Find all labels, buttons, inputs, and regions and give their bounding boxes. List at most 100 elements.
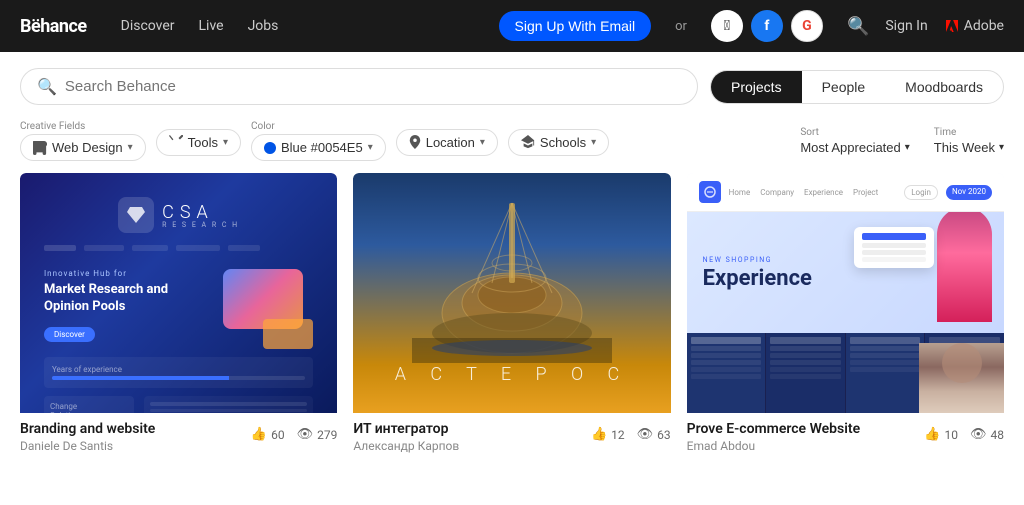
time-chevron-icon: ▾ (999, 142, 1004, 153)
csa-body: Innovative Hub for Market Research andOp… (44, 269, 313, 349)
project-stats-3: 👍 10 👁 48 (924, 427, 1004, 442)
color-filter: Color Blue #0054E5 ▾ (251, 121, 386, 161)
projects-grid: csa R E S E A R C H Innovative Hub for M… (0, 173, 1024, 461)
nav-jobs[interactable]: Jobs (248, 18, 279, 34)
csa-card-1: ChangeSolutionsAhead (44, 396, 134, 413)
facebook-login-button[interactable]: f (751, 10, 783, 42)
time-button[interactable]: This Week ▾ (934, 140, 1004, 155)
views-count-3: 48 (991, 428, 1005, 442)
thumbs-up-icon-2: 👍 (591, 427, 607, 442)
social-login-group:  f G (711, 10, 823, 42)
csa-cards-row: ChangeSolutionsAhead (44, 396, 313, 413)
table-row[interactable]: csa R E S E A R C H Innovative Hub for M… (20, 173, 337, 461)
project-thumbnail-prova: Home Company Experience Project Login No… (687, 173, 1004, 413)
tab-group: Projects People Moodboards (710, 70, 1004, 104)
google-login-button[interactable]: G (791, 10, 823, 42)
color-chevron-icon: ▾ (368, 142, 373, 153)
project-meta-1: Branding and website Daniele De Santis (20, 421, 155, 453)
eye-icon-3: 👁 (970, 427, 987, 442)
time-label: Time (934, 127, 1004, 138)
web-design-label: Web Design (52, 140, 123, 155)
nav-right-group: 🔍 Sign In Adobe (847, 16, 1004, 37)
tab-moodboards[interactable]: Moodboards (885, 71, 1003, 103)
location-button[interactable]: Location ▾ (396, 129, 498, 156)
signin-link[interactable]: Sign In (885, 18, 927, 34)
nav-live[interactable]: Live (199, 18, 224, 34)
prova-nav-right: Login Nov 2020 (904, 185, 992, 200)
brush-icon (33, 141, 47, 155)
sort-label: Sort (800, 127, 909, 138)
sort-chevron-icon: ▾ (905, 142, 910, 153)
prova-table (687, 333, 1004, 413)
schools-chevron-icon: ▾ (591, 137, 596, 148)
creative-fields-label: Creative Fields (20, 121, 146, 132)
csa-research-text: R E S E A R C H (162, 221, 239, 229)
location-chevron-icon: ▾ (480, 137, 485, 148)
creative-fields-button[interactable]: Web Design ▾ (20, 134, 146, 161)
csa-mini-nav (44, 245, 313, 251)
behance-logo[interactable]: Bëhance (20, 16, 87, 37)
tools-value: Tools (188, 135, 218, 150)
signup-button[interactable]: Sign Up With Email (499, 11, 652, 41)
tools-button[interactable]: Tools ▾ (156, 129, 241, 156)
time-value: This Week (934, 140, 995, 155)
csa-title-block: csa R E S E A R C H (162, 202, 239, 229)
schools-button[interactable]: Schools ▾ (508, 129, 609, 156)
table-row[interactable]: Home Company Experience Project Login No… (687, 173, 1004, 461)
sort-item: Sort Most Appreciated ▾ (800, 127, 909, 155)
schools-filter: Schools ▾ (508, 127, 609, 156)
csa-cta: Discover (44, 327, 95, 342)
color-swatch (264, 142, 276, 154)
location-filter: Location ▾ (396, 127, 498, 156)
search-section: 🔍 Projects People Moodboards (0, 52, 1024, 115)
prova-ui-card (854, 227, 934, 268)
csa-card-2 (144, 396, 313, 413)
creative-fields-filter: Creative Fields Web Design ▾ (20, 121, 146, 161)
apple-login-button[interactable]:  (711, 10, 743, 42)
search-icon[interactable]: 🔍 (847, 16, 869, 37)
location-pin-icon (409, 135, 421, 149)
thumbs-up-icon: 👍 (251, 427, 267, 442)
navbar: Bëhance Discover Live Jobs Sign Up With … (0, 0, 1024, 52)
tools-icon (169, 135, 183, 149)
views-stat-3: 👁 48 (970, 427, 1004, 442)
search-input[interactable] (65, 78, 681, 95)
table-row[interactable]: А С Т Е Р О С ИТ интегратор Александр Ка… (353, 173, 670, 461)
eye-icon-1: 👁 (297, 427, 314, 442)
graduation-icon (521, 135, 535, 149)
csa-years-label: Years of experience (52, 365, 305, 374)
project-info-2: ИТ интегратор Александр Карпов 👍 12 👁 63 (353, 413, 670, 461)
project-info-1: Branding and website Daniele De Santis 👍… (20, 413, 337, 461)
prova-table-col1 (687, 333, 766, 413)
project-stats-2: 👍 12 👁 63 (591, 427, 671, 442)
views-count-2: 63 (657, 428, 671, 442)
sort-button[interactable]: Most Appreciated ▾ (800, 140, 909, 155)
prova-table-col2 (766, 333, 845, 413)
sort-value: Most Appreciated (800, 140, 900, 155)
prova-nav-links: Home Company Experience Project (729, 188, 879, 197)
color-button[interactable]: Blue #0054E5 ▾ (251, 134, 386, 161)
project-title-2: ИТ интегратор (353, 421, 459, 437)
prova-figure (937, 212, 992, 322)
tools-filter: Tools ▾ (156, 127, 241, 156)
filters-row: Creative Fields Web Design ▾ Tools ▾ Col… (0, 115, 1024, 173)
tools-chevron-icon: ▾ (223, 137, 228, 148)
adobe-icon (944, 18, 960, 34)
project-author-2: Александр Карпов (353, 439, 459, 453)
nav-discover[interactable]: Discover (121, 18, 175, 34)
csa-logo: csa R E S E A R C H (118, 197, 239, 233)
csa-illustration (223, 269, 313, 349)
prova-hero: New Shopping Experience (687, 212, 1004, 333)
likes-count-2: 12 (611, 428, 625, 442)
search-bar[interactable]: 🔍 (20, 68, 698, 105)
prova-logo-svg (703, 185, 717, 199)
prova-table-col3 (846, 333, 925, 413)
csa-name: csa (162, 202, 239, 223)
tab-people[interactable]: People (802, 71, 886, 103)
tab-projects[interactable]: Projects (711, 71, 802, 103)
color-value: Blue #0054E5 (281, 140, 363, 155)
project-author-1: Daniele De Santis (20, 439, 155, 453)
csa-headline: Market Research andOpinion Pools (44, 282, 215, 316)
csa-icon-svg (126, 205, 146, 225)
adobe-link[interactable]: Adobe (944, 18, 1004, 34)
